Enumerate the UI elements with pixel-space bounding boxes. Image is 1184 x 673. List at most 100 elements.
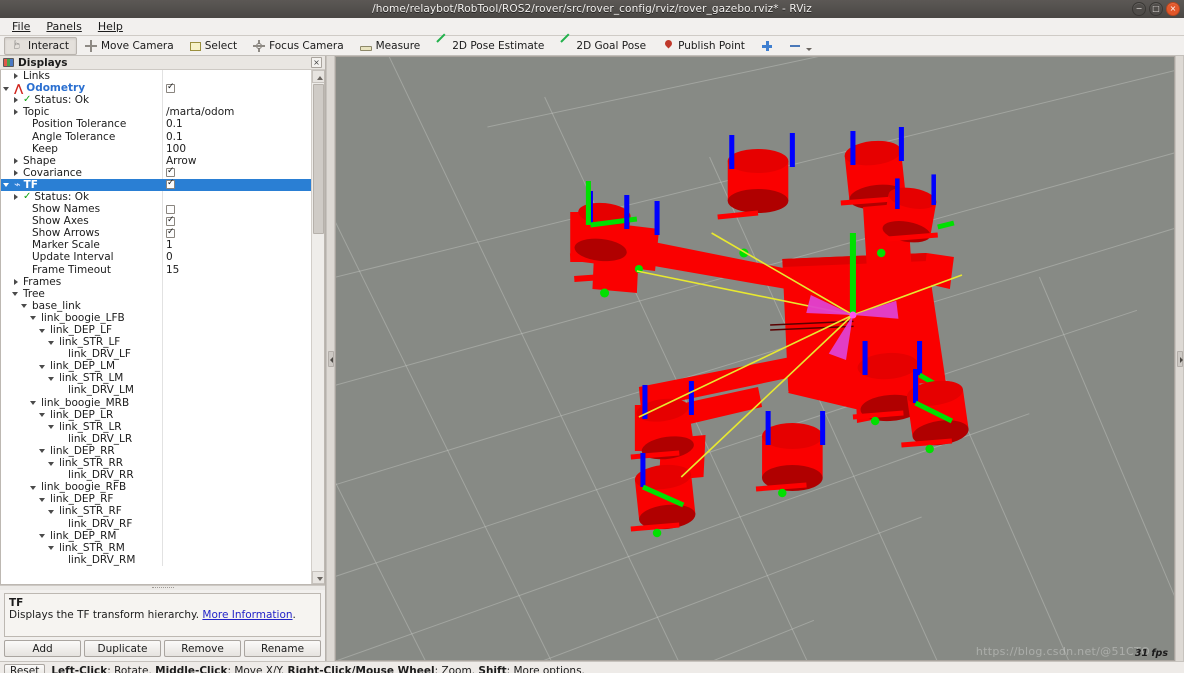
menu-file[interactable]: File — [5, 19, 37, 34]
left-panel-collapse-handle[interactable] — [326, 56, 335, 661]
expand-arrow-icon[interactable] — [39, 495, 47, 503]
tree-row-value[interactable]: 15 — [162, 263, 311, 276]
tree-row-value[interactable] — [162, 94, 311, 107]
tree-row-value[interactable] — [162, 432, 311, 445]
tree-row-value[interactable] — [162, 336, 311, 349]
tool-interact[interactable]: Interact — [4, 36, 77, 55]
displays-tree-row[interactable]: Frame Timeout 15 — [1, 263, 311, 276]
tree-row-checkbox[interactable] — [166, 178, 175, 190]
displays-tree-row[interactable]: base_link — [1, 299, 311, 312]
tree-row-value[interactable]: 0.1 — [162, 130, 311, 143]
expand-arrow-icon[interactable] — [30, 483, 38, 491]
tree-row-value[interactable] — [162, 166, 311, 179]
tree-row-checkbox[interactable] — [166, 215, 175, 226]
displays-tree-row[interactable]: link_STR_RM — [1, 541, 311, 554]
rename-button[interactable]: Rename — [244, 640, 321, 657]
right-panel-collapse-handle[interactable] — [1175, 56, 1184, 661]
tree-row-value[interactable] — [162, 203, 311, 216]
displays-tree-row[interactable]: link_STR_LM — [1, 372, 311, 385]
displays-tree-row[interactable]: ✓ Status: Ok — [1, 190, 311, 204]
displays-tree-row[interactable]: ⌁ TF — [1, 178, 311, 191]
displays-tree-row[interactable]: link_DRV_RR — [1, 469, 311, 482]
tree-row-value[interactable] — [162, 299, 311, 312]
expand-arrow-icon[interactable] — [12, 96, 20, 104]
tree-row-value[interactable] — [162, 348, 311, 361]
tree-row-value[interactable] — [162, 529, 311, 542]
tree-row-value[interactable]: /marta/odom — [162, 106, 311, 119]
expand-arrow-icon[interactable] — [48, 507, 56, 515]
expand-arrow-icon[interactable] — [39, 411, 47, 419]
displays-tree-row[interactable]: Angle Tolerance 0.1 — [1, 130, 311, 143]
tree-row-value[interactable] — [162, 481, 311, 494]
tree-row-value[interactable] — [162, 493, 311, 506]
expand-arrow-icon[interactable] — [12, 169, 20, 177]
displays-tree-row[interactable]: Frames — [1, 275, 311, 288]
expand-arrow-icon[interactable] — [48, 423, 56, 431]
expand-arrow-icon[interactable] — [3, 181, 11, 189]
displays-tree-row[interactable]: link_DEP_RM — [1, 529, 311, 542]
displays-tree-row[interactable]: link_STR_LF — [1, 336, 311, 349]
expand-arrow-icon[interactable] — [12, 157, 20, 165]
tree-row-value[interactable]: 100 — [162, 142, 311, 155]
tree-row-checkbox[interactable] — [166, 204, 175, 214]
expand-arrow-icon[interactable] — [48, 374, 56, 382]
tree-row-value[interactable] — [162, 457, 311, 470]
tree-row-value[interactable] — [162, 227, 311, 240]
tool-publish-point[interactable]: Publish Point — [654, 37, 753, 55]
tree-row-value[interactable] — [162, 287, 311, 300]
expand-arrow-icon[interactable] — [12, 193, 20, 201]
displays-tree-row[interactable]: link_DEP_LR — [1, 408, 311, 421]
panel-splitter[interactable] — [0, 585, 325, 590]
displays-tree-row[interactable]: Show Arrows — [1, 227, 311, 240]
displays-tree-row[interactable]: Marker Scale 1 — [1, 239, 311, 252]
remove-button[interactable]: Remove — [164, 640, 241, 657]
tree-row-value[interactable] — [162, 469, 311, 482]
displays-tree-row[interactable]: Position Tolerance 0.1 — [1, 118, 311, 131]
expand-arrow-icon[interactable] — [39, 447, 47, 455]
displays-tree-row[interactable]: Update Interval 0 — [1, 251, 311, 264]
displays-tree-row[interactable]: Covariance — [1, 166, 311, 179]
displays-tree-row[interactable]: link_DRV_RM — [1, 553, 311, 566]
displays-tree-row[interactable]: Show Axes — [1, 215, 311, 228]
tree-row-value[interactable] — [162, 323, 311, 337]
tree-row-value[interactable] — [162, 408, 311, 421]
reset-button[interactable]: Reset — [4, 663, 46, 673]
displays-tree-row[interactable]: Tree — [1, 287, 311, 300]
displays-tree-row[interactable]: Links — [1, 70, 311, 83]
tree-row-value[interactable] — [162, 275, 311, 288]
displays-tree-row[interactable]: link_DEP_RR — [1, 444, 311, 457]
displays-tree-row[interactable]: link_DEP_LM — [1, 360, 311, 373]
tool-move-camera[interactable]: Move Camera — [77, 37, 182, 55]
expand-arrow-icon[interactable] — [3, 84, 11, 92]
tree-row-value[interactable]: 0.1 — [162, 118, 311, 131]
maximize-button[interactable]: □ — [1149, 2, 1163, 16]
expand-arrow-icon[interactable] — [30, 399, 38, 407]
tool-goal-pose[interactable]: 2D Goal Pose — [552, 37, 654, 55]
expand-arrow-icon[interactable] — [48, 544, 56, 552]
displays-tree-row[interactable]: link_DRV_LF — [1, 348, 311, 361]
tree-row-value[interactable] — [162, 444, 311, 457]
tree-row-value[interactable]: Arrow — [162, 154, 311, 167]
tree-row-value[interactable] — [162, 70, 311, 83]
tool-focus-camera[interactable]: Focus Camera — [245, 37, 352, 55]
displays-tree-row[interactable]: link_DEP_RF — [1, 493, 311, 506]
more-information-link[interactable]: More Information — [202, 609, 292, 621]
tree-row-value[interactable] — [162, 396, 311, 409]
displays-scrollbar[interactable] — [311, 70, 324, 584]
expand-arrow-icon[interactable] — [39, 532, 47, 540]
tree-row-value[interactable] — [162, 517, 311, 530]
scroll-thumb[interactable] — [313, 84, 324, 234]
tree-row-value[interactable] — [162, 372, 311, 385]
duplicate-button[interactable]: Duplicate — [84, 640, 161, 657]
add-button[interactable]: Add — [4, 640, 81, 657]
scroll-down-button[interactable] — [312, 571, 324, 584]
tool-measure[interactable]: Measure — [352, 37, 429, 55]
tree-row-checkbox[interactable] — [166, 82, 175, 93]
tree-row-value[interactable] — [162, 384, 311, 397]
tree-row-value[interactable] — [162, 215, 311, 228]
tree-row-value[interactable] — [162, 541, 311, 554]
menu-panels[interactable]: Panels — [39, 19, 88, 34]
displays-tree-row[interactable]: ✓ Status: Ok — [1, 94, 311, 107]
displays-tree-row[interactable]: link_DRV_RF — [1, 517, 311, 530]
tree-row-value[interactable]: 1 — [162, 239, 311, 252]
